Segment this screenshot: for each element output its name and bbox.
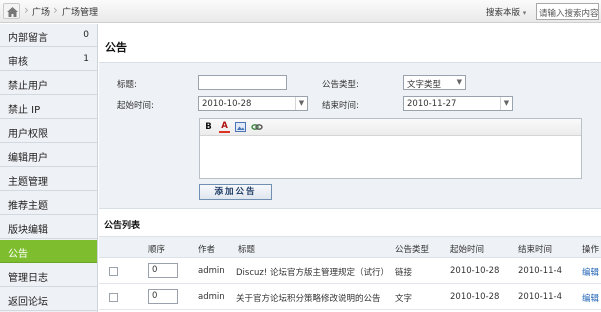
- breadcrumb-separator: ›: [53, 3, 58, 17]
- end-time-input[interactable]: 2010-11-27 ▼: [403, 96, 513, 111]
- type-select[interactable]: 文字类型 ▼: [403, 75, 466, 90]
- row-author: admin: [198, 266, 225, 276]
- title-input[interactable]: [198, 75, 287, 90]
- column-header-author: 作者: [198, 245, 216, 255]
- order-input[interactable]: 0: [148, 263, 178, 278]
- page-title: 公告: [105, 41, 127, 54]
- search-input[interactable]: 请输入搜索内容: [536, 3, 599, 20]
- row-title: Discuz! 论坛官方版主管理规定（试行）: [236, 268, 389, 278]
- row-title: 关于官方论坛积分策略修改说明的公告: [236, 294, 381, 304]
- row-checkbox[interactable]: [109, 293, 118, 302]
- sidebar-item-label: 公告: [8, 249, 28, 260]
- column-header-end: 结束时间: [518, 245, 553, 255]
- type-select-value: 文字类型: [407, 80, 442, 90]
- table-row: 0 admin 关于官方论坛积分策略修改说明的公告 文字 2010-10-28 …: [99, 285, 601, 310]
- order-input[interactable]: 0: [148, 289, 178, 304]
- home-icon: [7, 7, 18, 17]
- sidebar-item-label: 管理日志: [8, 273, 48, 284]
- sidebar-item-review[interactable]: 审核 1: [0, 48, 97, 71]
- end-time-label: 结束时间:: [322, 101, 359, 111]
- row-checkbox[interactable]: [109, 267, 118, 276]
- bold-icon[interactable]: B: [203, 122, 214, 133]
- breadcrumb-separator: ›: [24, 3, 29, 17]
- sidebar-item-internal-message[interactable]: 内部留言 0: [0, 24, 97, 47]
- search-scope-label: 搜索本版: [486, 8, 521, 18]
- type-label: 公告类型:: [322, 80, 359, 90]
- sidebar-item-back-to-forum[interactable]: 返回论坛: [0, 288, 97, 311]
- sidebar-item-label: 禁止 IP: [8, 105, 41, 116]
- column-header-start: 起始时间: [450, 245, 485, 255]
- table-row: 0 admin Discuz! 论坛官方版主管理规定（试行） 链接 2010-1…: [99, 259, 601, 284]
- table-header: 顺序 作者 标题 公告类型 起始时间 结束时间 操作: [99, 236, 601, 258]
- sidebar: 内部留言 0 审核 1 禁止用户 禁止 IP 用户权限 编辑用户 主题管理 推荐…: [0, 24, 98, 312]
- breadcrumb-item-square-admin[interactable]: 广场管理: [62, 5, 98, 18]
- editor-toolbar: B A: [200, 119, 581, 136]
- column-header-order: 顺序: [148, 245, 166, 255]
- add-announcement-button[interactable]: 添加公告: [199, 184, 272, 200]
- font-color-icon[interactable]: A: [219, 122, 230, 133]
- sidebar-item-label: 主题管理: [8, 177, 48, 188]
- row-type: 链接: [395, 268, 413, 278]
- chevron-down-icon[interactable]: ▼: [295, 97, 307, 110]
- link-icon[interactable]: [251, 122, 263, 133]
- row-end-time: 2010-11-4: [518, 292, 562, 302]
- sidebar-item-label: 审核: [8, 57, 28, 68]
- column-header-action: 操作: [582, 245, 600, 255]
- sidebar-item-recommend-thread[interactable]: 推荐主题: [0, 192, 97, 215]
- sidebar-item-label: 用户权限: [8, 129, 48, 140]
- end-time-value: 2010-11-27: [407, 99, 457, 109]
- row-type: 文字: [395, 294, 413, 304]
- chevron-down-icon: ▾: [522, 9, 527, 17]
- home-button[interactable]: [3, 3, 20, 19]
- breadcrumb-item-square[interactable]: 广场: [32, 5, 50, 18]
- edit-link[interactable]: 编辑: [582, 292, 599, 304]
- sidebar-item-label: 版块编辑: [8, 225, 48, 236]
- row-end-time: 2010-11-4: [518, 266, 562, 276]
- sidebar-item-label: 推荐主题: [8, 201, 48, 212]
- sidebar-item-thread-management[interactable]: 主题管理: [0, 168, 97, 191]
- edit-link[interactable]: 编辑: [582, 266, 599, 278]
- sidebar-item-count: 1: [83, 54, 89, 64]
- column-header-title: 标题: [238, 245, 256, 255]
- title-label: 标题:: [117, 80, 137, 90]
- image-icon[interactable]: [235, 122, 246, 133]
- row-start-time: 2010-10-28: [450, 292, 500, 302]
- sidebar-item-ban-user[interactable]: 禁止用户: [0, 72, 97, 95]
- start-time-input[interactable]: 2010-10-28 ▼: [198, 96, 308, 111]
- sidebar-item-ban-ip[interactable]: 禁止 IP: [0, 96, 97, 119]
- sidebar-item-forum-edit[interactable]: 版块编辑: [0, 216, 97, 239]
- sidebar-item-count: 0: [83, 30, 89, 40]
- row-author: admin: [198, 292, 225, 302]
- search-scope-dropdown[interactable]: 搜索本版 ▾: [486, 6, 526, 18]
- chevron-down-icon[interactable]: ▼: [500, 97, 512, 110]
- column-header-type: 公告类型: [395, 245, 430, 255]
- chevron-down-icon: ▼: [456, 78, 462, 86]
- start-time-label: 起始时间:: [117, 101, 154, 111]
- sidebar-item-edit-user[interactable]: 编辑用户: [0, 144, 97, 167]
- announcement-list-title: 公告列表: [104, 221, 141, 231]
- sidebar-item-user-permissions[interactable]: 用户权限: [0, 120, 97, 143]
- sidebar-item-admin-log[interactable]: 管理日志: [0, 264, 97, 287]
- top-bar: › 广场 › 广场管理 搜索本版 ▾ 请输入搜索内容: [0, 0, 601, 23]
- row-start-time: 2010-10-28: [450, 266, 500, 276]
- sidebar-item-label: 内部留言: [8, 33, 48, 44]
- sidebar-item-label: 禁止用户: [8, 81, 48, 92]
- sidebar-item-announcement[interactable]: 公告: [0, 240, 97, 263]
- sidebar-item-label: 返回论坛: [8, 297, 48, 308]
- start-time-value: 2010-10-28: [202, 99, 252, 109]
- content-editor[interactable]: B A: [199, 118, 582, 179]
- sidebar-item-label: 编辑用户: [8, 153, 48, 164]
